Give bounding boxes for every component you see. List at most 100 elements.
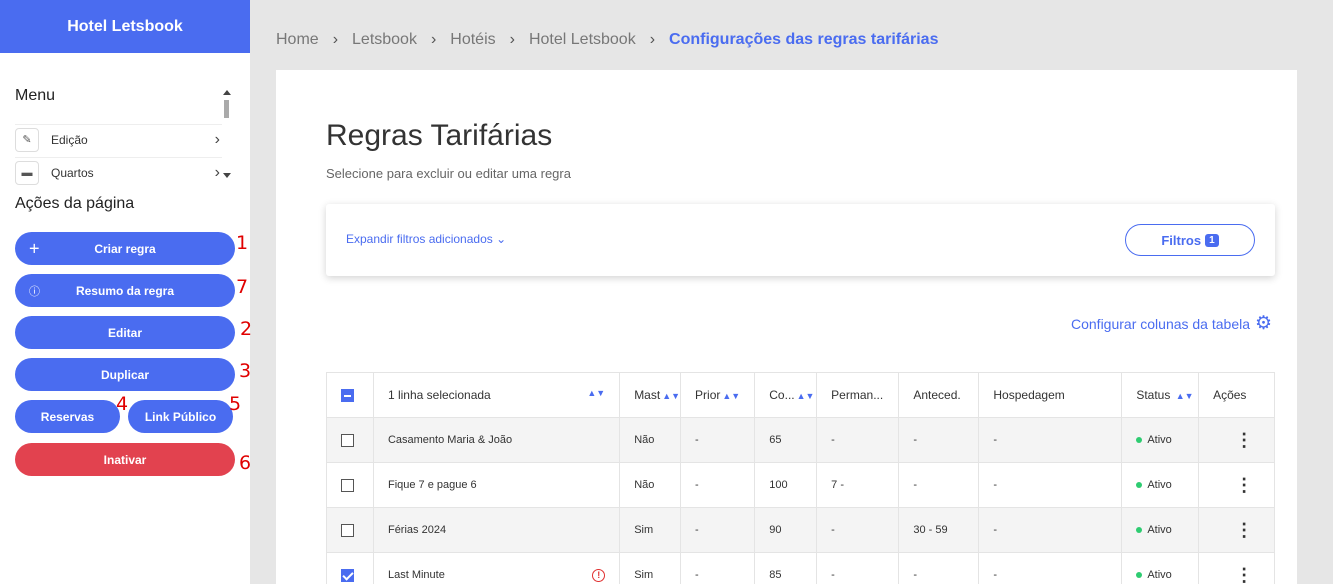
annotation-5: 5 [229, 393, 242, 415]
cell-anteced: - [898, 417, 980, 463]
scroll-up-icon[interactable] [223, 90, 231, 95]
cell-co: 100 [754, 462, 818, 508]
header-anteced[interactable]: Anteced. [898, 372, 980, 418]
cell-hospedagem: - [978, 552, 1123, 584]
header-perman[interactable]: Perman... [816, 372, 900, 418]
cell-mast: Sim [619, 507, 682, 553]
cell-prior: - [680, 552, 756, 584]
configure-columns-link[interactable]: Configurar colunas da tabela ⚙ [1071, 312, 1272, 335]
status-label: Ativo [1147, 524, 1172, 536]
header-hospedagem[interactable]: Hospedagem [978, 372, 1123, 418]
cell-co: 85 [754, 552, 818, 584]
sort-icon[interactable]: ▲▼ [1176, 391, 1194, 401]
table-header-row: 1 linha selecionada ▲▼ Mast ▲▼ Prior ▲▼ Co.… [326, 372, 1275, 418]
status-dot-icon [1136, 572, 1143, 579]
status-label: Ativo [1147, 434, 1172, 446]
chevron-right-icon: › [214, 130, 220, 148]
table-row[interactable]: Fique 7 e pague 6 Não - 100 7 - - - Ativ… [326, 462, 1275, 508]
menu-title: Menu [15, 87, 56, 104]
duplicate-button[interactable]: Duplicar [15, 358, 235, 391]
sort-icon[interactable]: ▲▼ [662, 391, 679, 401]
cell-status: Ativo [1121, 552, 1200, 584]
cell-perman: - [816, 552, 900, 584]
chevron-right-icon: › [430, 31, 437, 48]
expand-filters-link[interactable]: Expandir filtros adicionados ⌄ [346, 232, 506, 246]
header-label: Status [1136, 388, 1171, 402]
row-checkbox[interactable] [341, 523, 354, 537]
cell-prior: - [680, 417, 756, 463]
cell-prior: - [680, 462, 756, 508]
bed-icon: ▬ [15, 160, 39, 185]
kebab-menu-icon[interactable]: ⋮ [1213, 475, 1253, 495]
scroll-down-icon[interactable] [223, 173, 231, 178]
kebab-menu-icon[interactable]: ⋮ [1213, 520, 1253, 540]
table-row[interactable]: Last Minute! Sim - 85 - - - Ativo ⋮ [326, 552, 1275, 584]
table-row[interactable]: Casamento Maria & João Não - 65 - - - At… [326, 417, 1275, 463]
public-link-button[interactable]: Link Público [128, 400, 233, 433]
cell-name: Fique 7 e pague 6 [372, 462, 621, 508]
cell-prior: - [680, 507, 756, 553]
menu-scrollbar[interactable] [222, 90, 232, 178]
info-icon: ⓘ [29, 285, 40, 298]
header-status[interactable]: Status ▲▼ [1121, 372, 1200, 418]
create-rule-button[interactable]: + Criar regra [15, 232, 235, 265]
header-name[interactable]: 1 linha selecionada ▲▼ [372, 372, 621, 418]
sort-icon[interactable]: ▲▼ [722, 391, 740, 401]
sort-icon[interactable]: ▲▼ [587, 388, 605, 398]
expand-filters-label: Expandir filtros adicionados [346, 232, 493, 246]
menu-item-edicao[interactable]: ✎ Edição › [15, 124, 222, 154]
filters-button[interactable]: Filtros 1 [1125, 224, 1255, 256]
cell-hospedagem: - [978, 462, 1123, 508]
plus-icon: + [29, 238, 40, 258]
rules-table: 1 linha selecionada ▲▼ Mast ▲▼ Prior ▲▼ Co.… [326, 372, 1275, 584]
row-checkbox[interactable] [341, 568, 354, 582]
brand-title[interactable]: Hotel Letsbook [0, 0, 250, 53]
annotation-3: 3 [239, 360, 252, 382]
header-label: 1 linha selecionada [387, 388, 491, 402]
breadcrumb-letsbook[interactable]: Letsbook [352, 31, 417, 49]
breadcrumb-hotel[interactable]: Hotel Letsbook [529, 31, 636, 49]
pencil-icon: ✎ [15, 127, 39, 152]
status-dot-icon [1136, 482, 1143, 489]
header-prior[interactable]: Prior ▲▼ [680, 372, 756, 418]
sidebar: Hotel Letsbook Menu ✎ Edição › ▬ Quartos… [0, 0, 252, 584]
breadcrumb-hoteis[interactable]: Hotéis [450, 31, 495, 49]
inactivate-button[interactable]: Inativar [15, 443, 235, 476]
reservations-button[interactable]: Reservas [15, 400, 120, 433]
annotation-6: 6 [239, 452, 252, 474]
header-mast[interactable]: Mast ▲▼ [619, 372, 682, 418]
annotation-4: 4 [116, 393, 129, 415]
cell-perman: - [816, 417, 900, 463]
scroll-thumb[interactable] [224, 100, 229, 118]
header-label: Mast [634, 388, 661, 402]
sort-icon[interactable]: ▲▼ [797, 391, 815, 401]
filter-panel: Expandir filtros adicionados ⌄ Filtros 1 [326, 204, 1275, 276]
menu-item-label: Edição [51, 132, 88, 147]
create-rule-label: Criar regra [94, 241, 156, 256]
cell-co: 65 [754, 417, 818, 463]
filters-count-badge: 1 [1205, 233, 1219, 247]
kebab-menu-icon[interactable]: ⋮ [1213, 565, 1253, 584]
status-dot-icon [1136, 437, 1143, 444]
main-card: Regras Tarifárias Selecione para excluir… [276, 70, 1297, 584]
kebab-menu-icon[interactable]: ⋮ [1213, 430, 1253, 450]
status-label: Ativo [1147, 479, 1172, 491]
select-all-checkbox[interactable] [341, 389, 354, 403]
edit-button[interactable]: Editar [15, 316, 235, 349]
cell-hospedagem: - [978, 507, 1123, 553]
chevron-down-icon: ⌄ [496, 232, 507, 246]
breadcrumb-current: Configurações das regras tarifárias [669, 31, 939, 48]
row-checkbox[interactable] [341, 433, 354, 447]
row-checkbox[interactable] [341, 478, 354, 492]
menu-item-quartos[interactable]: ▬ Quartos › [15, 157, 222, 187]
table-row[interactable]: Férias 2024 Sim - 90 - 30 - 59 - Ativo ⋮ [326, 507, 1275, 553]
header-label: Prior [695, 388, 721, 402]
header-label: Ações [1213, 388, 1247, 402]
breadcrumb-home[interactable]: Home [276, 31, 319, 49]
cell-perman: - [816, 507, 900, 553]
cell-status: Ativo [1121, 462, 1200, 508]
rule-summary-button[interactable]: ⓘ Resumo da regra [15, 274, 235, 307]
header-co[interactable]: Co... ▲▼ [754, 372, 818, 418]
header-acoes: Ações [1198, 372, 1275, 418]
cell-anteced: - [898, 462, 980, 508]
